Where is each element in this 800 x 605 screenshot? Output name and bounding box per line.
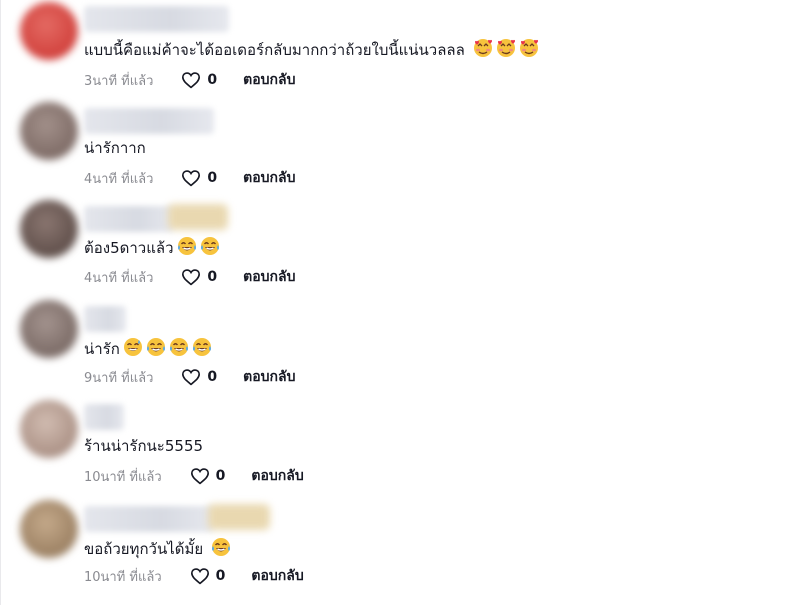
face-with-tears-of-joy-icon (146, 337, 166, 362)
username-blurred[interactable] (84, 506, 214, 532)
reply-button[interactable]: ตอบกลับ (251, 465, 303, 487)
comment-text-content: ต้อง5ดาวแล้ว (84, 239, 174, 257)
like-button[interactable]: 0 (181, 368, 217, 386)
comment-text-content: ร้านน่ารักนะ5555 (84, 437, 204, 455)
heart-icon (190, 467, 210, 485)
face-with-tears-of-joy-icon (177, 236, 197, 261)
grinning-face-with-sweat-icon (123, 337, 143, 362)
face-with-tears-of-joy-icon (192, 337, 212, 362)
avatar[interactable] (20, 500, 78, 558)
smiling-face-with-hearts-icon (473, 38, 493, 63)
reply-button[interactable]: ตอบกลับ (243, 167, 295, 189)
heart-icon (181, 169, 201, 187)
comment-text-content: น่ารักาาก (84, 139, 146, 157)
like-button[interactable]: 0 (181, 71, 217, 89)
face-with-tears-of-joy-icon (211, 537, 231, 562)
comment-meta: 4นาที ที่แล้ว 0 ตอบกลับ (84, 168, 295, 188)
like-count: 0 (207, 72, 218, 88)
avatar[interactable] (20, 400, 78, 458)
username-blurred[interactable] (84, 6, 229, 32)
comment-meta: 9นาที ที่แล้ว 0 ตอบกลับ (84, 367, 295, 387)
comment-time: 4นาที ที่แล้ว (84, 171, 154, 187)
like-count: 0 (215, 468, 226, 484)
comment-time: 3นาที ที่แล้ว (84, 73, 154, 89)
avatar[interactable] (20, 2, 78, 60)
comment-item: ร้านน่ารักนะ5555 10นาที ที่แล้ว 0 ตอบกลั… (0, 398, 800, 494)
username-blurred[interactable] (84, 404, 124, 430)
username-blurred[interactable] (84, 206, 174, 232)
heart-icon (190, 567, 210, 585)
like-button[interactable]: 0 (181, 268, 217, 286)
comment-text-content: แบบนี้คือแม่ค้าจะได้ออเดอร์กลับมากกว่าถ้… (84, 41, 465, 59)
reply-button[interactable]: ตอบกลับ (251, 565, 303, 587)
comment-text: น่ารัก (84, 337, 212, 362)
comment-item: ต้อง5ดาวแล้ว 4นาที ที่แล้ว 0 ตอบกลับ (0, 198, 800, 294)
like-button[interactable]: 0 (181, 169, 217, 187)
heart-icon (181, 71, 201, 89)
face-with-tears-of-joy-icon (200, 236, 220, 261)
comment-text: ขอถ้วยทุกวันได้มั้ย (84, 537, 231, 562)
avatar[interactable] (20, 102, 78, 160)
reply-button[interactable]: ตอบกลับ (243, 266, 295, 288)
comment-text-content: ขอถ้วยทุกวันได้มั้ย (84, 540, 204, 558)
comment-text: ร้านน่ารักนะ5555 (84, 436, 203, 456)
comment-text-content: น่ารัก (84, 340, 120, 358)
comment-item: แบบนี้คือแม่ค้าจะได้ออเดอร์กลับมากกว่าถ้… (0, 0, 800, 96)
like-count: 0 (207, 369, 218, 385)
comment-time: 10นาที ที่แล้ว (84, 569, 162, 585)
comment-meta: 4นาที ที่แล้ว 0 ตอบกลับ (84, 267, 295, 287)
face-with-tears-of-joy-icon (169, 337, 189, 362)
comment-item: น่ารักาาก 4นาที ที่แล้ว 0 ตอบกลับ (0, 100, 800, 196)
reply-button[interactable]: ตอบกลับ (243, 69, 295, 91)
heart-icon (181, 268, 201, 286)
username-blurred[interactable] (84, 108, 214, 134)
comment-text: น่ารักาาก (84, 138, 146, 158)
smiling-face-with-hearts-icon (519, 38, 539, 63)
comment-meta: 10นาที ที่แล้ว 0 ตอบกลับ (84, 566, 304, 586)
smiling-face-with-hearts-icon (496, 38, 516, 63)
comment-time: 10นาที ที่แล้ว (84, 469, 162, 485)
like-button[interactable]: 0 (190, 567, 226, 585)
reply-button[interactable]: ตอบกลับ (243, 366, 295, 388)
comment-text: แบบนี้คือแม่ค้าจะได้ออเดอร์กลับมากกว่าถ้… (84, 38, 539, 63)
avatar[interactable] (20, 300, 78, 358)
avatar[interactable] (20, 200, 78, 258)
comment-meta: 3นาที ที่แล้ว 0 ตอบกลับ (84, 70, 295, 90)
comment-item: ขอถ้วยทุกวันได้มั้ย 10นาที ที่แล้ว 0 ตอบ… (0, 498, 800, 594)
comment-item: น่ารัก 9นาที ที่แล้ว 0 ตอบกลับ (0, 298, 800, 394)
comment-time: 4นาที ที่แล้ว (84, 270, 154, 286)
like-button[interactable]: 0 (190, 467, 226, 485)
like-count: 0 (207, 170, 218, 186)
username-badge-blurred (168, 204, 228, 230)
username-badge-blurred (208, 504, 270, 530)
heart-icon (181, 368, 201, 386)
comment-time: 9นาที ที่แล้ว (84, 370, 154, 386)
like-count: 0 (207, 269, 218, 285)
comment-text: ต้อง5ดาวแล้ว (84, 236, 220, 261)
comment-meta: 10นาที ที่แล้ว 0 ตอบกลับ (84, 466, 304, 486)
username-blurred[interactable] (84, 306, 126, 332)
like-count: 0 (215, 568, 226, 584)
